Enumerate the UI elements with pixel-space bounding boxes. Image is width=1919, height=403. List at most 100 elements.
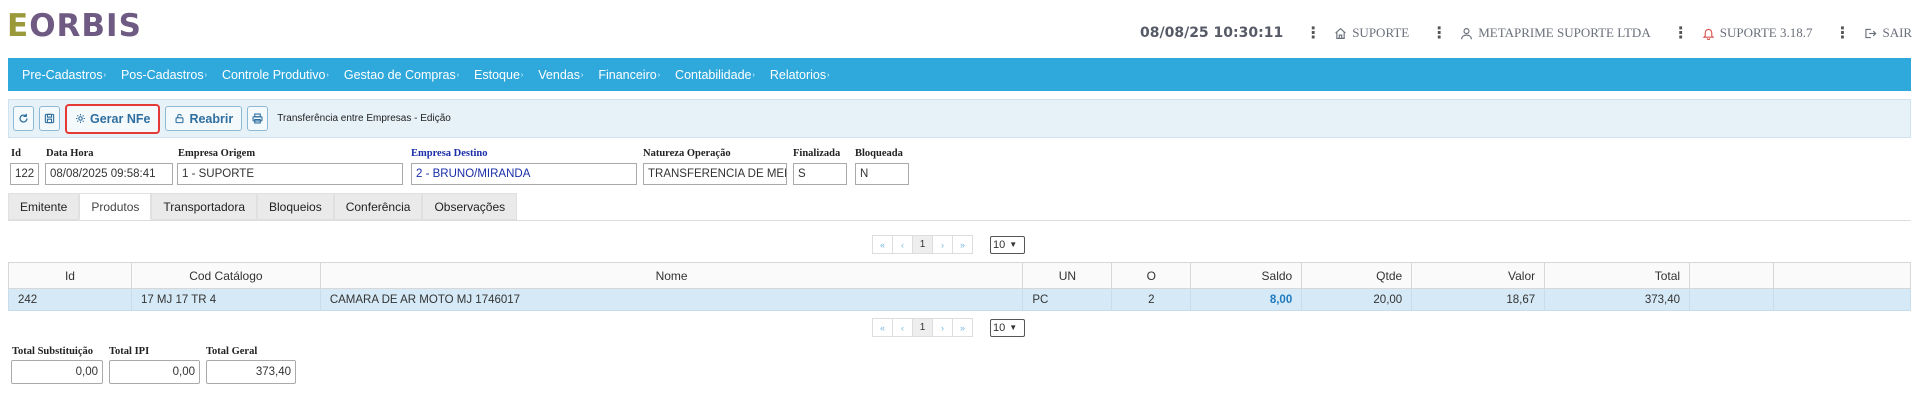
col-header-saldo[interactable]: Saldo [1190,262,1303,289]
table-header-row: Id Cod Catálogo Nome UN O Saldo Qtde Val… [8,262,1911,289]
prev-page-button[interactable]: ‹ [892,235,913,254]
total-ipi-field[interactable]: 0,00 [109,360,200,384]
header-company-label: METAPRIME SUPORTE LTDA [1478,25,1651,40]
header-user-area-label: SUPORTE [1352,25,1410,40]
empresa-origem-label: Empresa Origem [178,148,256,159]
kebab-icon[interactable]: ⋮ [1834,23,1850,43]
current-page[interactable]: 1 [912,235,933,254]
natureza-operacao-label: Natureza Operação [643,148,731,159]
table-row[interactable]: 242 17 MJ 17 TR 4 CAMARA DE AR MOTO MJ 1… [8,288,1911,311]
col-header-un[interactable]: UN [1022,262,1113,289]
id-label: Id [11,148,21,159]
caret-icon: › [456,71,460,79]
datahora-label: Data Hora [46,148,94,159]
total-geral-label: Total Geral [206,346,258,357]
empresa-origem-field[interactable]: 1 - SUPORTE [177,163,403,185]
page-size-value: 10 [993,238,1006,251]
col-header-qtde[interactable]: Qtde [1301,262,1413,289]
cell-total: 373,40 [1544,288,1691,311]
menu-controle-produtivo[interactable]: Controle Produtivo› [222,68,329,82]
col-header-valor[interactable]: Valor [1411,262,1546,289]
next-page-button[interactable]: › [932,235,953,254]
last-page-button[interactable]: » [952,235,973,254]
total-substituicao-field[interactable]: 0,00 [11,360,103,384]
tab-conferencia[interactable]: Conferência [333,193,423,220]
cell-saldo[interactable]: 8,00 [1190,288,1303,311]
menu-gestao-compras[interactable]: Gestao de Compras› [344,68,459,82]
logo-letter-e: E [7,8,30,44]
menu-estoque[interactable]: Estoque› [474,68,523,82]
empresa-destino-field[interactable]: 2 - BRUNO/MIRANDA [411,163,637,185]
kebab-icon[interactable]: ⋮ [1431,23,1447,43]
current-page[interactable]: 1 [912,318,933,337]
col-header-nome[interactable]: Nome [319,262,1024,289]
tab-transportadora[interactable]: Transportadora [151,193,257,220]
col-header-total[interactable]: Total [1544,262,1691,289]
cell-valor: 18,67 [1411,288,1546,311]
caret-icon: › [827,71,830,79]
pager-bottom: « ‹ 1 › » 10 ▼ [872,318,1025,337]
menu-label: Vendas [538,67,580,82]
menu-label: Financeiro [598,67,657,82]
tab-emitente[interactable]: Emitente [8,193,80,220]
menu-vendas[interactable]: Vendas› [538,68,583,82]
finalizada-field[interactable]: S [793,163,847,185]
save-button[interactable] [39,106,60,131]
logout-label: SAIR [1882,25,1913,40]
refresh-button[interactable] [13,106,34,131]
reabrir-button[interactable]: Reabrir [165,106,243,131]
tab-bloqueios[interactable]: Bloqueios [257,193,334,220]
menu-pos-cadastros[interactable]: Pos-Cadastros› [121,68,207,82]
logout-button[interactable]: SAIR [1863,25,1912,41]
app-header: EORBIS 08/08/25 10:30:11 ⋮ SUPORTE ⋮ MET… [0,0,1919,52]
caret-icon: › [204,71,207,79]
total-geral-field[interactable]: 373,40 [206,360,296,384]
col-header-o[interactable]: O [1111,262,1192,289]
first-page-button[interactable]: « [872,318,893,337]
last-page-button[interactable]: » [952,318,973,337]
cell-qtde: 20,00 [1301,288,1413,311]
products-table: Id Cod Catálogo Nome UN O Saldo Qtde Val… [8,262,1911,311]
menu-financeiro[interactable]: Financeiro› [598,68,660,82]
col-header-id[interactable]: Id [8,262,132,289]
id-field[interactable]: 122 [10,163,39,185]
kebab-icon[interactable]: ⋮ [1305,23,1321,43]
datahora-field[interactable]: 08/08/2025 09:58:41 [45,163,173,185]
refresh-icon [19,113,28,123]
col-header-cod-catalogo[interactable]: Cod Catálogo [130,262,321,289]
tab-divider [8,220,1911,221]
tab-bar: Emitente Produtos Transportadora Bloquei… [8,193,518,221]
first-page-button[interactable]: « [872,235,893,254]
page-size-select[interactable]: 10 ▼ [990,318,1025,337]
header-user-area[interactable]: SUPORTE [1334,25,1409,41]
header-version[interactable]: SUPORTE 3.18.7 [1702,25,1812,41]
bloqueada-field[interactable]: N [855,163,909,185]
header-company[interactable]: METAPRIME SUPORTE LTDA [1460,25,1651,41]
tab-observacoes[interactable]: Observações [422,193,518,220]
page-title: Transferência entre Empresas - Edição [277,113,451,124]
logo-text: ORBIS [29,8,142,44]
app-logo[interactable]: EORBIS [7,8,142,44]
user-icon [1461,27,1473,39]
next-page-button[interactable]: › [932,318,953,337]
pager-top: « ‹ 1 › » 10 ▼ [872,235,1025,254]
chevron-down-icon: ▼ [1009,323,1018,332]
tab-produtos[interactable]: Produtos [79,193,152,220]
menu-label: Controle Produtivo [221,67,326,82]
menu-pre-cadastros[interactable]: Pre-Cadastros› [22,68,106,82]
empresa-destino-label: Empresa Destino [411,148,488,159]
menu-contabilidade[interactable]: Contabilidade› [675,68,755,82]
menu-relatorios[interactable]: Relatorios› [770,68,830,82]
caret-icon: › [326,71,329,79]
col-header-empty [1773,262,1911,289]
cell-cod-catalogo: 17 MJ 17 TR 4 [130,288,321,311]
kebab-icon[interactable]: ⋮ [1673,23,1689,43]
menu-label: Estoque [474,67,520,82]
print-button[interactable] [247,106,269,131]
page-size-select[interactable]: 10 ▼ [990,235,1025,254]
natureza-operacao-field[interactable]: TRANSFERENCIA DE MERCADORIA [643,163,787,185]
gerar-nfe-label: Gerar NFe [90,111,151,126]
cell-id: 242 [8,288,132,311]
prev-page-button[interactable]: ‹ [892,318,913,337]
gerar-nfe-button[interactable]: Gerar NFe [65,103,161,134]
